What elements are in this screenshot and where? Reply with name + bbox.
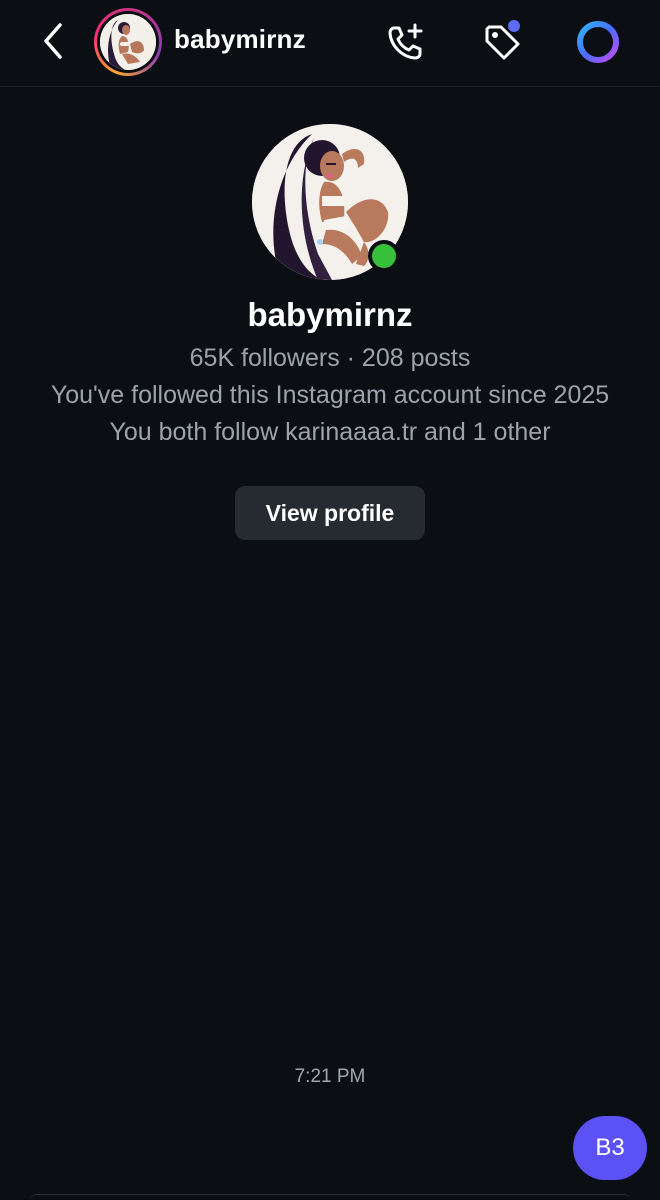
dm-thread-screen: babymirnz babymirnz 65K followers · 208 … [0, 0, 660, 1200]
followed-since-text: You've followed this Instagram account s… [50, 381, 610, 409]
profile-username: babymirnz [247, 296, 413, 333]
profile-avatar[interactable] [252, 124, 408, 280]
meta-ai-button[interactable] [574, 18, 622, 66]
profile-stats: 65K followers · 208 posts [189, 344, 471, 372]
message-timestamp: 7:21 PM [294, 1066, 366, 1087]
chevron-left-icon [44, 23, 62, 59]
thread-header: babymirnz [0, 0, 660, 87]
header-avatar[interactable] [94, 8, 162, 76]
composer-edge [30, 1194, 630, 1200]
header-username[interactable]: babymirnz [174, 24, 306, 55]
view-profile-button[interactable]: View profile [235, 486, 425, 540]
audio-call-button[interactable] [382, 18, 430, 66]
back-button[interactable] [30, 18, 76, 64]
notification-dot [508, 20, 520, 32]
sent-message-bubble[interactable]: B3 [573, 1116, 647, 1180]
mutual-followers-text: You both follow karinaaaa.tr and 1 other [109, 418, 551, 446]
meta-ai-ring-icon [577, 21, 619, 63]
online-status-dot [368, 240, 400, 272]
tag-button[interactable] [478, 18, 526, 66]
avatar-illustration [100, 14, 156, 70]
phone-add-icon [388, 23, 423, 60]
